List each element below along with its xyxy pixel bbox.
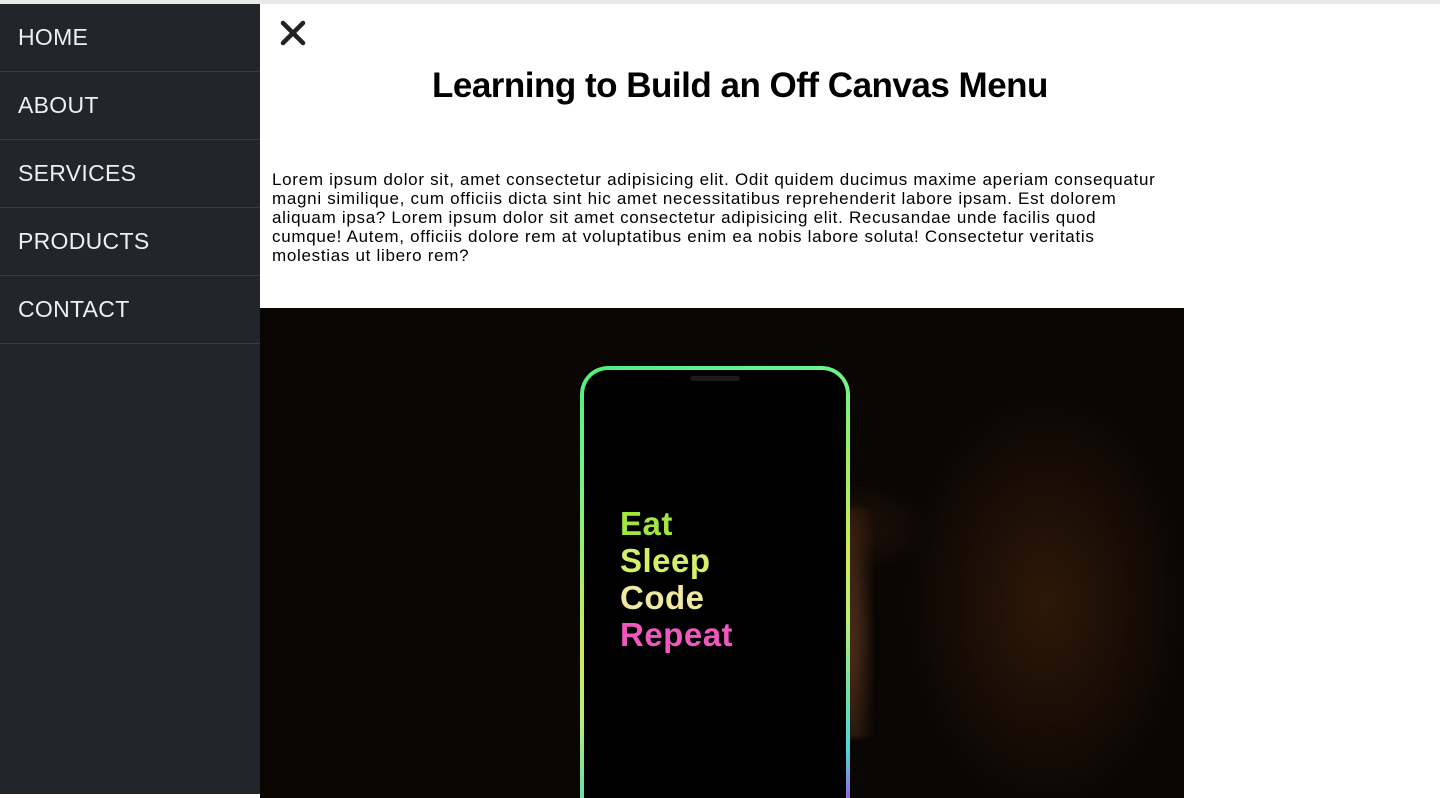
phone-text-line: Repeat (620, 617, 733, 654)
sidebar-item-services[interactable]: SERVICES (0, 140, 260, 208)
sidebar-item-home[interactable]: HOME (0, 4, 260, 72)
sidebar-item-label: HOME (18, 24, 88, 50)
phone-text-line: Eat (620, 506, 733, 543)
sidebar-item-contact[interactable]: CONTACT (0, 276, 260, 344)
sidebar-item-about[interactable]: ABOUT (0, 72, 260, 140)
close-icon (278, 18, 308, 48)
intro-paragraph: Lorem ipsum dolor sit, amet consectetur … (272, 170, 1168, 265)
phone-text-line: Code (620, 580, 733, 617)
sidebar-item-label: SERVICES (18, 160, 136, 186)
sidebar-item-label: ABOUT (18, 92, 99, 118)
main-content: Learning to Build an Off Canvas Menu Lor… (260, 4, 1440, 794)
sidebar-nav: HOME ABOUT SERVICES PRODUCTS CONTACT (0, 4, 260, 794)
close-menu-button[interactable] (278, 18, 314, 54)
phone-text-line: Sleep (620, 543, 733, 580)
phone-speaker-slot (690, 376, 740, 381)
sidebar-item-label: CONTACT (18, 296, 130, 322)
phone-graphic: Eat Sleep Code Repeat (580, 366, 850, 798)
phone-screen-text: Eat Sleep Code Repeat (620, 506, 733, 654)
sidebar-item-label: PRODUCTS (18, 228, 149, 254)
page-title: Learning to Build an Off Canvas Menu (432, 66, 1048, 106)
hero-image: Eat Sleep Code Repeat (260, 308, 1184, 798)
sidebar-item-products[interactable]: PRODUCTS (0, 208, 260, 276)
